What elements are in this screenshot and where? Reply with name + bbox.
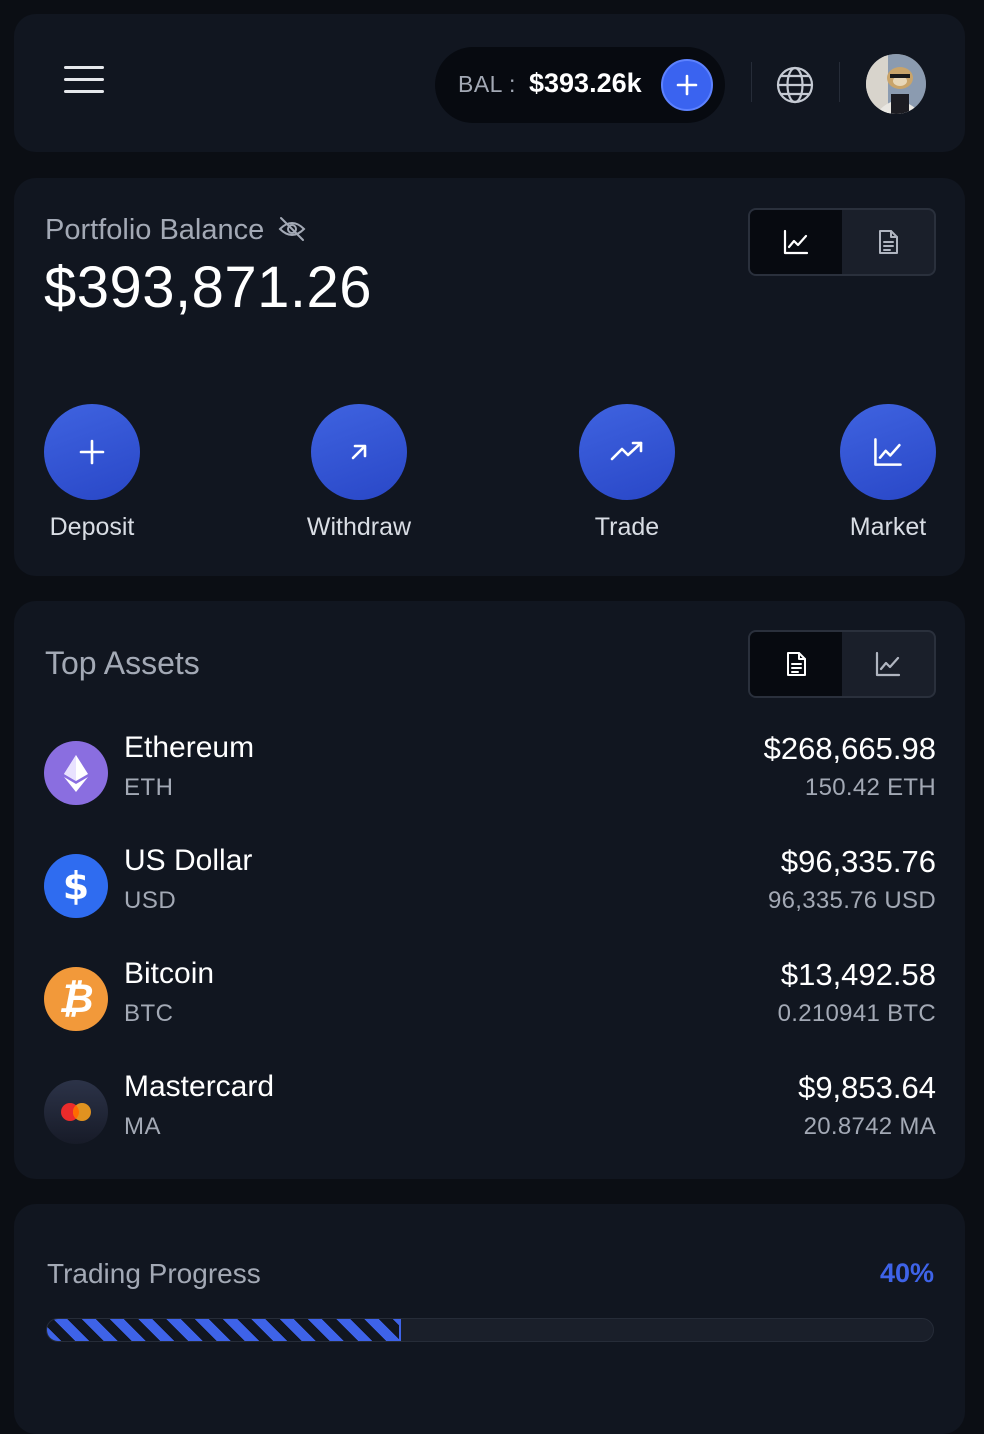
asset-symbol: USD — [124, 887, 177, 914]
asset-amount: 150.42 ETH — [804, 774, 936, 801]
line-chart-icon — [874, 438, 902, 466]
avatar[interactable] — [866, 54, 926, 114]
trade-button[interactable]: Trade — [562, 404, 692, 542]
trade-circle — [579, 404, 675, 500]
progress-bar — [46, 1318, 934, 1342]
trading-progress-title: Trading Progress — [47, 1258, 261, 1289]
asset-value: $13,492.58 — [780, 957, 936, 992]
plus-icon — [676, 74, 698, 96]
document-icon — [879, 230, 898, 254]
withdraw-circle — [311, 404, 407, 500]
arrow-up-right-icon — [351, 444, 367, 460]
divider — [751, 62, 752, 102]
top-assets-card: Top Assets Ethereum ETH $268,665.98 150.… — [14, 601, 965, 1179]
asset-row-us-dollar[interactable]: $ US Dollar USD $96,335.76 96,335.76 USD — [44, 844, 936, 932]
deposit-label: Deposit — [49, 513, 135, 541]
asset-amount: 96,335.76 USD — [767, 887, 936, 914]
asset-name: Bitcoin — [124, 957, 215, 990]
trading-progress-card: Trading Progress 40% — [14, 1204, 965, 1434]
deposit-button[interactable]: Deposit — [27, 404, 157, 542]
market-circle — [840, 404, 936, 500]
trade-label: Trade — [594, 513, 660, 541]
asset-row-bitcoin[interactable]: ₿ Bitcoin BTC $13,492.58 0.210941 BTC — [44, 957, 936, 1045]
asset-row-ethereum[interactable]: Ethereum ETH $268,665.98 150.42 ETH — [44, 731, 936, 819]
mastercard-icon — [44, 1080, 108, 1144]
market-label: Market — [849, 513, 927, 541]
quick-actions: Deposit Withdraw Trade Market — [44, 404, 936, 544]
asset-row-mastercard[interactable]: Mastercard MA $9,853.64 20.8742 MA — [44, 1070, 936, 1158]
market-button[interactable]: Market — [823, 404, 953, 542]
trending-up-icon — [610, 441, 643, 461]
portfolio-value: $393,871.26 — [44, 255, 373, 320]
chart-view-button[interactable] — [750, 210, 842, 274]
top-assets-title: Top Assets — [45, 645, 200, 681]
deposit-circle — [44, 404, 140, 500]
assets-view-toggle — [748, 630, 936, 698]
withdraw-button[interactable]: Withdraw — [294, 404, 424, 542]
bitcoin-icon: ₿ — [44, 967, 108, 1031]
document-icon — [787, 652, 806, 676]
add-funds-button[interactable] — [661, 59, 713, 111]
globe-icon[interactable] — [775, 65, 815, 105]
progress-bar-fill — [47, 1319, 402, 1341]
asset-symbol: MA — [124, 1113, 161, 1140]
plus-icon — [79, 439, 105, 465]
divider — [839, 62, 840, 102]
document-view-button[interactable] — [750, 632, 842, 696]
balance-label: BAL : — [458, 71, 516, 97]
asset-name: Mastercard — [124, 1070, 275, 1103]
top-bar: BAL : $393.26k — [14, 14, 965, 152]
balance-value: $393.26k — [529, 68, 642, 98]
asset-amount: 20.8742 MA — [803, 1113, 936, 1140]
withdraw-label: Withdraw — [306, 513, 412, 541]
asset-symbol: BTC — [124, 1000, 174, 1027]
asset-value: $96,335.76 — [780, 844, 936, 879]
asset-name: US Dollar — [124, 844, 253, 877]
asset-value: $268,665.98 — [763, 731, 936, 766]
portfolio-view-toggle — [748, 208, 936, 276]
menu-icon[interactable] — [64, 66, 104, 96]
ethereum-icon — [44, 741, 108, 805]
chart-view-button[interactable] — [842, 632, 934, 696]
asset-name: Ethereum — [124, 731, 255, 764]
dollar-icon: $ — [44, 854, 108, 918]
line-chart-icon — [783, 229, 809, 255]
document-view-button[interactable] — [842, 210, 934, 274]
line-chart-icon — [875, 651, 901, 677]
trading-progress-percent: 40% — [879, 1258, 934, 1288]
eye-off-icon[interactable] — [277, 214, 307, 244]
asset-value: $9,853.64 — [798, 1070, 936, 1105]
portfolio-card: Portfolio Balance $393,871.26 Deposit Wi… — [14, 178, 965, 576]
portfolio-label: Portfolio Balance — [45, 214, 265, 246]
asset-symbol: ETH — [124, 774, 174, 801]
asset-amount: 0.210941 BTC — [777, 1000, 936, 1027]
balance-pill: BAL : $393.26k — [435, 47, 725, 123]
